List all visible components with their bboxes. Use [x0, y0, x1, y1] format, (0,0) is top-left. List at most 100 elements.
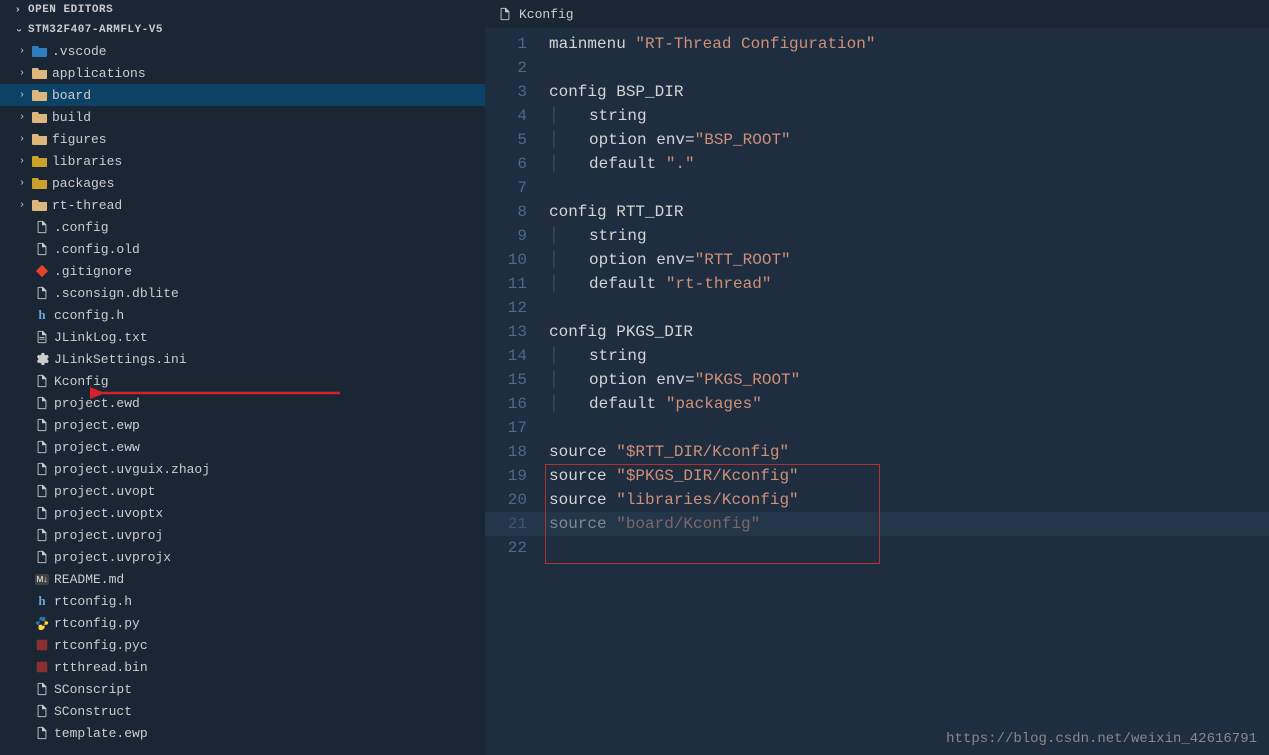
- code-editor[interactable]: 12345678910111213141516171819202122 main…: [485, 28, 1269, 755]
- code-line[interactable]: config PKGS_DIR: [549, 320, 875, 344]
- line-number: 14: [485, 344, 527, 368]
- tree-item-label: project.eww: [54, 440, 140, 455]
- code-line[interactable]: config BSP_DIR: [549, 80, 875, 104]
- file-item-rtconfig.pyc[interactable]: rtconfig.pyc: [0, 634, 485, 656]
- code-line[interactable]: │ default "packages": [549, 392, 875, 416]
- code-line[interactable]: │ option env="RTT_ROOT": [549, 248, 875, 272]
- file-item-JLinkLog.txt[interactable]: JLinkLog.txt: [0, 326, 485, 348]
- tree-item-label: .config: [54, 220, 109, 235]
- code-line[interactable]: │ default "rt-thread": [549, 272, 875, 296]
- file-item-project.uvopt[interactable]: project.uvopt: [0, 480, 485, 502]
- file-item-project.uvproj[interactable]: project.uvproj: [0, 524, 485, 546]
- file-item-project.ewd[interactable]: project.ewd: [0, 392, 485, 414]
- code-line[interactable]: [549, 296, 875, 320]
- code-line[interactable]: source "libraries/Kconfig": [549, 488, 875, 512]
- line-number: 18: [485, 440, 527, 464]
- code-line[interactable]: config RTT_DIR: [549, 200, 875, 224]
- code-line[interactable]: │ string: [549, 224, 875, 248]
- file-explorer-sidebar: › OPEN EDITORS › STM32F407-ARMFLY-V5 ›.v…: [0, 0, 485, 755]
- folder-item-build[interactable]: ›build: [0, 106, 485, 128]
- code-line[interactable]: │ option env="BSP_ROOT": [549, 128, 875, 152]
- tree-item-label: build: [52, 110, 91, 125]
- file-icon: M↓: [34, 571, 50, 587]
- folder-item-rt-thread[interactable]: ›rt-thread: [0, 194, 485, 216]
- file-item-project.uvguix.zhaoj[interactable]: project.uvguix.zhaoj: [0, 458, 485, 480]
- code-line[interactable]: source "board/Kconfig": [549, 512, 875, 536]
- file-item-rtconfig.py[interactable]: rtconfig.py: [0, 612, 485, 634]
- line-number: 21: [485, 512, 527, 536]
- code-line[interactable]: [549, 416, 875, 440]
- tree-item-label: SConscript: [54, 682, 132, 697]
- code-line[interactable]: [549, 176, 875, 200]
- tree-item-label: template.ewp: [54, 726, 148, 741]
- tree-item-label: project.ewd: [54, 396, 140, 411]
- file-item-.config[interactable]: .config: [0, 216, 485, 238]
- tree-item-label: Kconfig: [54, 374, 109, 389]
- file-icon: [34, 439, 50, 455]
- file-icon: [34, 549, 50, 565]
- tree-item-label: .config.old: [54, 242, 140, 257]
- file-item-SConscript[interactable]: SConscript: [0, 678, 485, 700]
- file-item-Kconfig[interactable]: Kconfig: [0, 370, 485, 392]
- folder-icon: [32, 65, 48, 81]
- file-icon: [34, 703, 50, 719]
- tree-item-label: JLinkLog.txt: [54, 330, 148, 345]
- line-number: 19: [485, 464, 527, 488]
- folder-item-board[interactable]: ›board: [0, 84, 485, 106]
- line-number: 22: [485, 536, 527, 560]
- file-icon: [34, 351, 50, 367]
- tree-item-label: .gitignore: [54, 264, 132, 279]
- file-item-.gitignore[interactable]: .gitignore: [0, 260, 485, 282]
- folder-item-applications[interactable]: ›applications: [0, 62, 485, 84]
- file-item-JLinkSettings.ini[interactable]: JLinkSettings.ini: [0, 348, 485, 370]
- project-header[interactable]: › STM32F407-ARMFLY-V5: [0, 20, 485, 40]
- code-line[interactable]: source "$PKGS_DIR/Kconfig": [549, 464, 875, 488]
- chevron-right-icon: ›: [16, 156, 28, 167]
- folder-item-packages[interactable]: ›packages: [0, 172, 485, 194]
- chevron-right-icon: ›: [12, 5, 24, 16]
- file-icon: [34, 285, 50, 301]
- folder-item-.vscode[interactable]: ›.vscode: [0, 40, 485, 62]
- tab-bar: Kconfig: [485, 0, 1269, 28]
- line-number: 12: [485, 296, 527, 320]
- file-item-cconfig.h[interactable]: hcconfig.h: [0, 304, 485, 326]
- code-line[interactable]: │ option env="PKGS_ROOT": [549, 368, 875, 392]
- file-icon: [34, 659, 50, 675]
- folder-item-figures[interactable]: ›figures: [0, 128, 485, 150]
- file-item-project.ewp[interactable]: project.ewp: [0, 414, 485, 436]
- file-item-template.ewp[interactable]: template.ewp: [0, 722, 485, 744]
- code-line[interactable]: source "$RTT_DIR/Kconfig": [549, 440, 875, 464]
- file-item-rtconfig.h[interactable]: hrtconfig.h: [0, 590, 485, 612]
- file-item-project.eww[interactable]: project.eww: [0, 436, 485, 458]
- file-item-.config.old[interactable]: .config.old: [0, 238, 485, 260]
- code-line[interactable]: │ default ".": [549, 152, 875, 176]
- code-line[interactable]: │ string: [549, 104, 875, 128]
- watermark-text: https://blog.csdn.net/weixin_42616791: [946, 731, 1257, 747]
- open-editors-header[interactable]: › OPEN EDITORS: [0, 0, 485, 20]
- line-number: 16: [485, 392, 527, 416]
- file-item-SConstruct[interactable]: SConstruct: [0, 700, 485, 722]
- line-number: 9: [485, 224, 527, 248]
- file-item-README.md[interactable]: M↓README.md: [0, 568, 485, 590]
- file-item-project.uvoptx[interactable]: project.uvoptx: [0, 502, 485, 524]
- line-number: 13: [485, 320, 527, 344]
- file-item-project.uvprojx[interactable]: project.uvprojx: [0, 546, 485, 568]
- line-number: 7: [485, 176, 527, 200]
- chevron-down-icon: ›: [13, 24, 24, 36]
- code-line[interactable]: │ string: [549, 344, 875, 368]
- line-number: 17: [485, 416, 527, 440]
- code-line[interactable]: [549, 56, 875, 80]
- file-item-rtthread.bin[interactable]: rtthread.bin: [0, 656, 485, 678]
- file-icon: [34, 637, 50, 653]
- file-item-.sconsign.dblite[interactable]: .sconsign.dblite: [0, 282, 485, 304]
- code-content[interactable]: mainmenu "RT-Thread Configuration" confi…: [545, 28, 875, 755]
- code-line[interactable]: mainmenu "RT-Thread Configuration": [549, 32, 875, 56]
- tree-item-label: rtconfig.h: [54, 594, 132, 609]
- line-number: 6: [485, 152, 527, 176]
- editor-tab-kconfig[interactable]: Kconfig: [485, 0, 586, 28]
- tree-item-label: project.uvguix.zhaoj: [54, 462, 210, 477]
- folder-icon: [32, 43, 48, 59]
- folder-icon: [32, 175, 48, 191]
- code-line[interactable]: [549, 536, 875, 560]
- folder-item-libraries[interactable]: ›libraries: [0, 150, 485, 172]
